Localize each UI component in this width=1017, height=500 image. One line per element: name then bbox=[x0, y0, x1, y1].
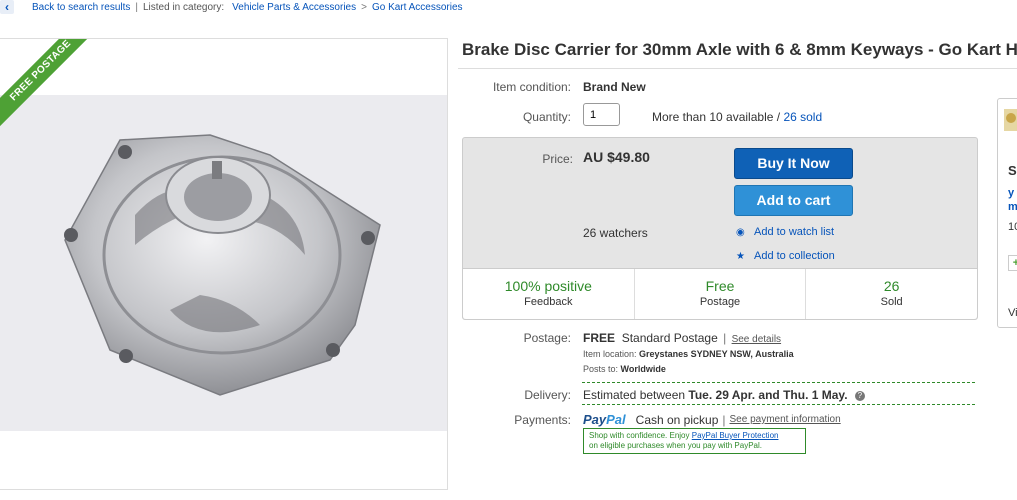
paypal-logo-pay: Pay bbox=[583, 412, 607, 427]
postage-method: Standard Postage bbox=[621, 331, 718, 345]
back-arrow-icon[interactable]: ‹ bbox=[0, 0, 14, 14]
postage-info: FREE Standard Postage | See details bbox=[583, 331, 781, 345]
payments-label: Payments: bbox=[514, 413, 571, 427]
postage-divider: | bbox=[723, 331, 727, 345]
add-to-cart-button[interactable]: Add to cart bbox=[734, 185, 853, 216]
stat-sold-label: Sold bbox=[880, 296, 903, 308]
sold-link[interactable]: 26 sold bbox=[783, 110, 822, 124]
seller-panel-visit[interactable]: Vi bbox=[1008, 307, 1017, 319]
stat-postage: Free Postage bbox=[635, 269, 807, 319]
buyer-protection-text-b: on eligible purchases when you pay with … bbox=[589, 441, 762, 450]
cash-on-pickup: Cash on pickup bbox=[635, 412, 719, 427]
buyer-protection-text-a: Shop with confidence. Enjoy bbox=[589, 431, 690, 440]
buyer-protection-box: Shop with confidence. Enjoy PayPal Buyer… bbox=[583, 428, 806, 454]
breadcrumb-divider: | bbox=[135, 1, 138, 13]
stat-postage-label: Postage bbox=[699, 296, 741, 308]
item-location: Item location: Greystanes SYDNEY NSW, Au… bbox=[583, 349, 794, 359]
quantity-label: Quantity: bbox=[522, 110, 571, 124]
item-location-value: Greystanes SYDNEY NSW, Australia bbox=[639, 349, 794, 359]
title-divider bbox=[458, 68, 1017, 69]
dashed-divider-1 bbox=[582, 382, 975, 383]
payments-info: PayPal Cash on pickup | See payment info… bbox=[583, 412, 841, 427]
seller-info-panel: S y m 10 + Vi bbox=[997, 98, 1017, 328]
buy-it-now-button[interactable]: Buy It Now bbox=[734, 148, 853, 179]
back-to-search-link[interactable]: Back to search results bbox=[32, 2, 130, 13]
free-postage-label: FREE POSTAGE bbox=[0, 39, 100, 132]
add-to-watch-list-label: Add to watch list bbox=[754, 226, 835, 238]
stat-sold-value: 26 bbox=[883, 278, 900, 294]
stat-feedback-label: Feedback bbox=[524, 296, 573, 308]
availability: More than 10 available / 26 sold bbox=[652, 110, 822, 124]
posts-to-label: Posts to: bbox=[583, 364, 619, 374]
delivery-label: Delivery: bbox=[524, 388, 571, 402]
stat-feedback: 100% positive Feedback bbox=[463, 269, 635, 319]
category-link-go-kart[interactable]: Go Kart Accessories bbox=[372, 2, 463, 13]
payments-divider: | bbox=[722, 412, 726, 427]
add-to-collection-link[interactable]: ★ Add to collection bbox=[736, 250, 835, 262]
free-postage-ribbon: FREE POSTAGE bbox=[0, 39, 100, 139]
seller-badge-icon bbox=[1004, 109, 1017, 131]
stat-sold: 26 Sold bbox=[806, 269, 977, 319]
item-photo[interactable] bbox=[0, 95, 447, 431]
seller-panel-link-1[interactable]: y bbox=[1008, 187, 1014, 199]
follow-plus-button[interactable]: + bbox=[1008, 255, 1017, 271]
item-location-label: Item location: bbox=[583, 349, 637, 359]
help-icon[interactable]: ? bbox=[854, 390, 865, 401]
breadcrumb: ‹ Back to search results | Listed in cat… bbox=[0, 0, 463, 14]
add-to-collection-label: Add to collection bbox=[754, 250, 835, 262]
delivery-info: Estimated between Tue. 29 Apr. and Thu. … bbox=[583, 388, 865, 402]
seller-stats: 100% positive Feedback Free Postage 26 S… bbox=[463, 268, 977, 319]
posts-to-value: Worldwide bbox=[620, 364, 666, 374]
seller-panel-count: 10 bbox=[1008, 221, 1017, 233]
posts-to: Posts to: Worldwide bbox=[583, 364, 666, 374]
stat-postage-value: Free bbox=[705, 278, 735, 294]
buyer-protection-link[interactable]: PayPal Buyer Protection bbox=[692, 431, 779, 440]
brake-disc-carrier-image bbox=[64, 134, 381, 396]
condition-label: Item condition: bbox=[492, 80, 571, 94]
category-link-vehicle-parts[interactable]: Vehicle Parts & Accessories bbox=[232, 2, 356, 13]
star-icon: ★ bbox=[736, 250, 745, 262]
item-title: Brake Disc Carrier for 30mm Axle with 6 … bbox=[462, 40, 1017, 59]
add-to-watch-list-link[interactable]: ◉ Add to watch list bbox=[736, 226, 834, 238]
eye-icon: ◉ bbox=[736, 226, 745, 238]
buy-box: Price: AU $49.80 Buy It Now Add to cart … bbox=[462, 137, 978, 320]
postage-free: FREE bbox=[583, 331, 616, 345]
price-label: Price: bbox=[542, 152, 573, 166]
watchers-count: 26 watchers bbox=[583, 226, 648, 240]
dashed-divider-2 bbox=[582, 404, 975, 405]
availability-separator: / bbox=[776, 110, 781, 124]
paypal-logo-pal: Pal bbox=[606, 412, 626, 427]
price-value: AU $49.80 bbox=[583, 149, 650, 165]
quantity-input[interactable] bbox=[583, 103, 620, 126]
item-image-panel[interactable]: FREE POSTAGE bbox=[0, 38, 448, 490]
paypal-logo: PayPal bbox=[583, 412, 626, 427]
delivery-prefix: Estimated between bbox=[583, 388, 686, 402]
stat-feedback-value: 100% positive bbox=[504, 278, 592, 294]
see-details-link[interactable]: See details bbox=[732, 334, 781, 345]
breadcrumb-separator: > bbox=[361, 1, 367, 13]
condition-value: Brand New bbox=[583, 80, 646, 94]
seller-panel-link-2[interactable]: m bbox=[1008, 201, 1017, 213]
delivery-dates: Tue. 29 Apr. and Thu. 1 May. bbox=[688, 388, 848, 402]
seller-panel-heading: S bbox=[1008, 163, 1017, 178]
postage-label: Postage: bbox=[523, 331, 571, 345]
listed-in-label: Listed in category: bbox=[142, 1, 225, 13]
availability-text: More than 10 available bbox=[652, 110, 774, 124]
see-payment-info-link[interactable]: See payment information bbox=[730, 414, 841, 425]
